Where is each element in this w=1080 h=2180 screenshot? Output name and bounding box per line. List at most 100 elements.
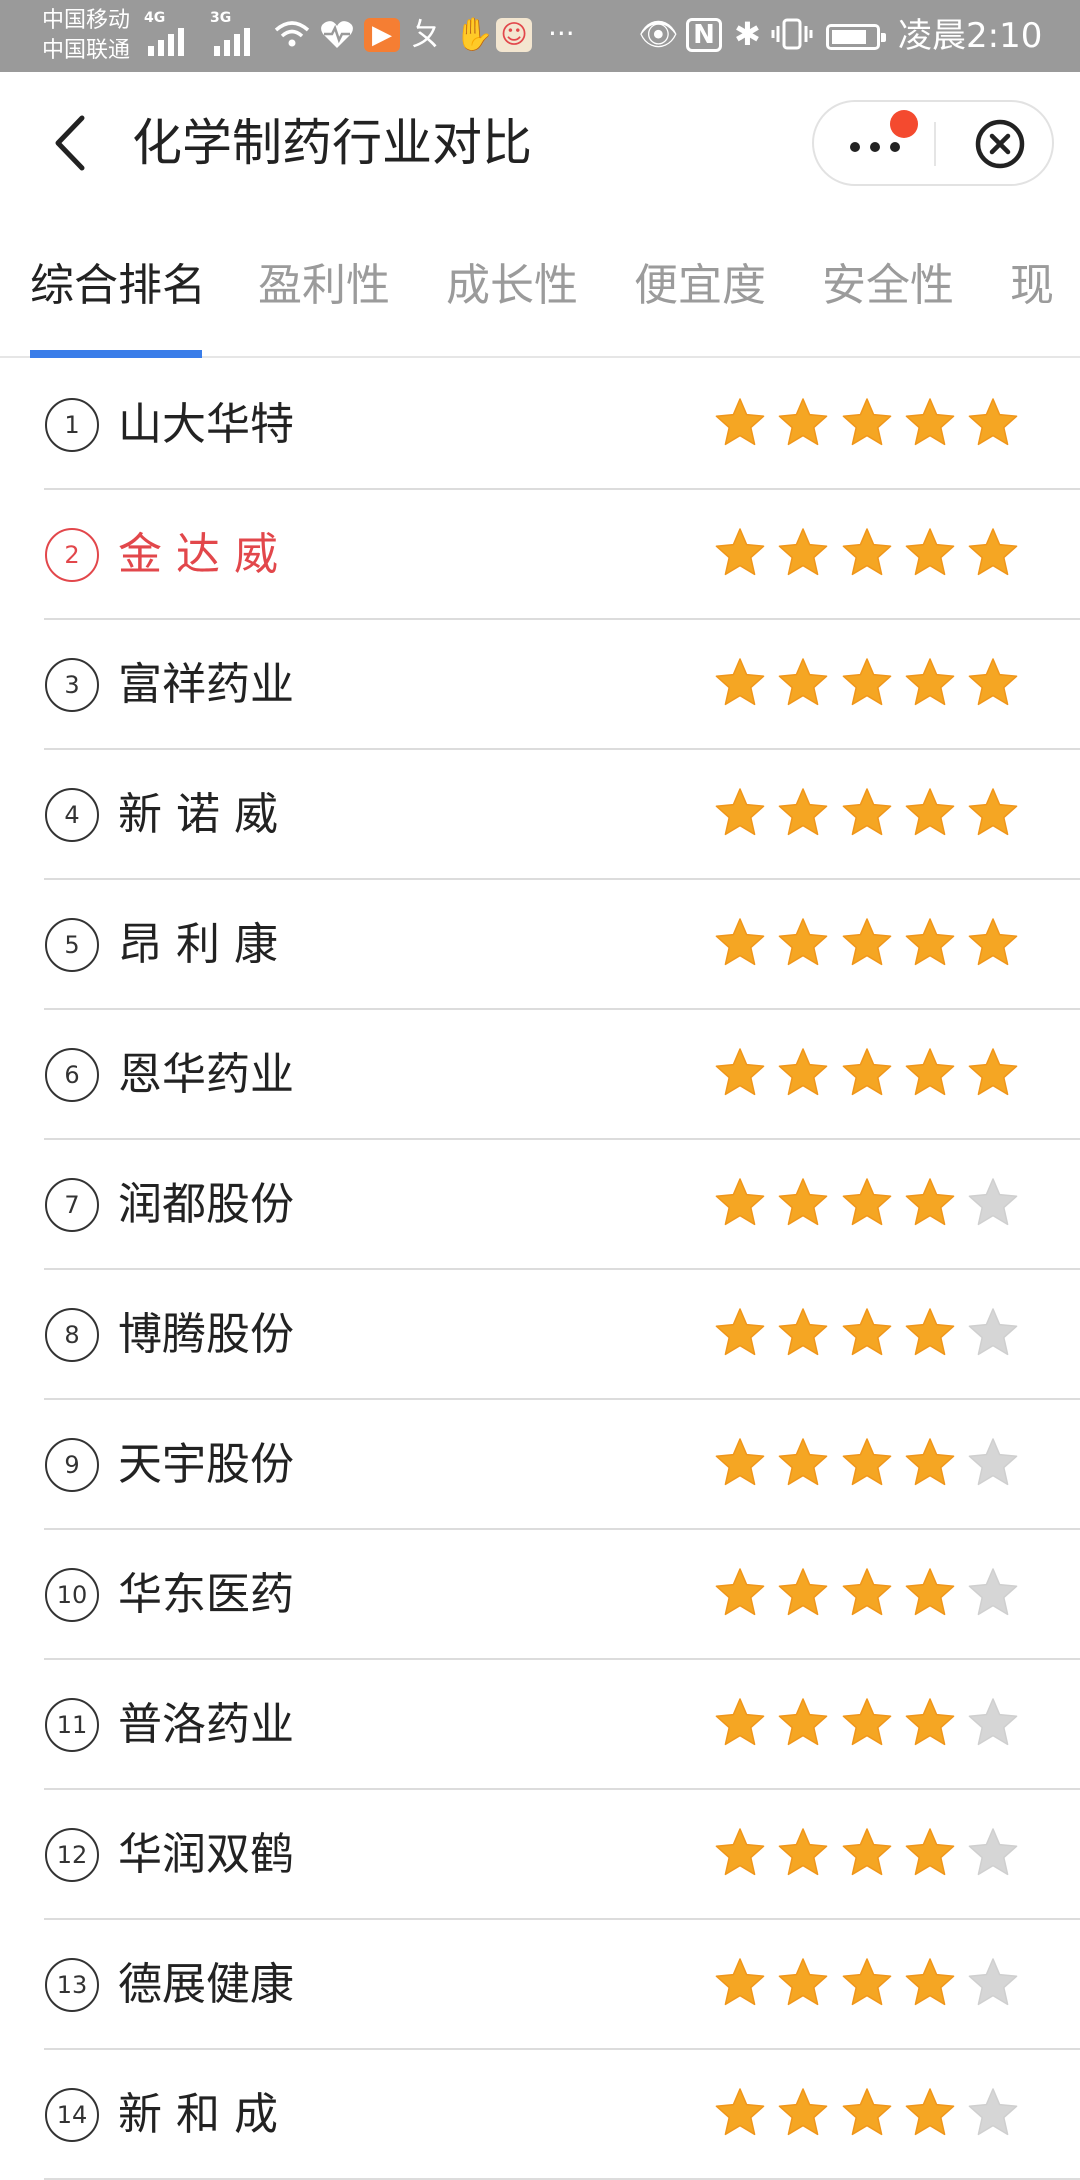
star-filled-icon bbox=[715, 398, 765, 446]
star-filled-icon bbox=[842, 788, 892, 836]
star-filled-icon bbox=[715, 1438, 765, 1486]
star-filled-icon bbox=[968, 658, 1018, 706]
ranking-row[interactable]: 7 润都股份 bbox=[0, 1140, 1080, 1270]
rank-number-badge: 10 bbox=[45, 1568, 99, 1622]
company-name: 德展健康 bbox=[118, 1959, 294, 2010]
star-filled-icon bbox=[842, 1178, 892, 1226]
star-filled-icon bbox=[842, 398, 892, 446]
bluetooth-icon: ✱ bbox=[734, 15, 761, 53]
vibrate-icon bbox=[771, 18, 813, 50]
star-filled-icon bbox=[715, 1568, 765, 1616]
star-filled-icon bbox=[778, 1828, 828, 1876]
star-filled-icon bbox=[842, 1698, 892, 1746]
star-empty-icon bbox=[968, 1958, 1018, 2006]
company-name: 华东医药 bbox=[118, 1569, 294, 1620]
tab-cash[interactable]: 现 bbox=[1010, 256, 1054, 316]
rank-number-badge: 1 bbox=[45, 398, 99, 452]
close-icon[interactable] bbox=[974, 118, 1026, 170]
star-filled-icon bbox=[842, 528, 892, 576]
ranking-row[interactable]: 13 德展健康 bbox=[0, 1920, 1080, 2050]
rank-number-badge: 12 bbox=[45, 1828, 99, 1882]
star-rating bbox=[712, 916, 1022, 974]
wifi-icon bbox=[274, 21, 310, 47]
star-filled-icon bbox=[842, 1828, 892, 1876]
ranking-row[interactable]: 10 华东医药 bbox=[0, 1530, 1080, 1660]
star-filled-icon bbox=[905, 2088, 955, 2136]
rank-number-badge: 5 bbox=[45, 918, 99, 972]
tab-overall-ranking[interactable]: 综合排名 bbox=[30, 256, 206, 316]
carrier-2: 中国联通 bbox=[42, 38, 131, 63]
carrier-1: 中国移动 bbox=[42, 8, 131, 33]
star-filled-icon bbox=[905, 658, 955, 706]
more-icon: ··· bbox=[548, 17, 575, 50]
star-filled-icon bbox=[905, 1568, 955, 1616]
rank-number-badge: 7 bbox=[45, 1178, 99, 1232]
status-bar: 中国移动 中国联通 4G 3G ▶ ㄆ ✋ ☺ ··· 👁 N ✱ 凌晨2:10 bbox=[0, 0, 1080, 72]
tab-profitability[interactable]: 盈利性 bbox=[258, 256, 390, 316]
mini-program-capsule bbox=[812, 100, 1054, 186]
back-arrow-icon[interactable] bbox=[44, 108, 104, 178]
notification-dot bbox=[890, 110, 918, 138]
star-rating bbox=[712, 656, 1022, 714]
star-empty-icon bbox=[968, 1698, 1018, 1746]
star-rating bbox=[712, 1566, 1022, 1624]
star-filled-icon bbox=[905, 788, 955, 836]
star-filled-icon bbox=[905, 1438, 955, 1486]
network-type-1: 4G bbox=[144, 10, 166, 26]
star-filled-icon bbox=[778, 1568, 828, 1616]
star-filled-icon bbox=[778, 2088, 828, 2136]
star-rating bbox=[712, 2086, 1022, 2144]
company-name: 昂 利 康 bbox=[118, 919, 278, 970]
rank-number-badge: 2 bbox=[45, 528, 99, 582]
tab-safety[interactable]: 安全性 bbox=[822, 256, 954, 316]
rank-number-badge: 4 bbox=[45, 788, 99, 842]
star-filled-icon bbox=[842, 1958, 892, 2006]
star-rating bbox=[712, 1956, 1022, 2014]
ranking-row[interactable]: 1 山大华特 bbox=[0, 360, 1080, 490]
company-name: 金 达 威 bbox=[118, 529, 278, 580]
star-empty-icon bbox=[968, 1438, 1018, 1486]
star-filled-icon bbox=[715, 1828, 765, 1876]
hand-icon: ✋ bbox=[454, 15, 494, 53]
ranking-row[interactable]: 14 新 和 成 bbox=[0, 2050, 1080, 2180]
rank-number-badge: 9 bbox=[45, 1438, 99, 1492]
star-filled-icon bbox=[905, 918, 955, 966]
star-empty-icon bbox=[968, 1308, 1018, 1356]
active-tab-indicator bbox=[30, 350, 202, 358]
ranking-row[interactable]: 3 富祥药业 bbox=[0, 620, 1080, 750]
more-options-button[interactable] bbox=[844, 130, 928, 158]
star-filled-icon bbox=[842, 1308, 892, 1356]
star-filled-icon bbox=[778, 1048, 828, 1096]
star-filled-icon bbox=[778, 788, 828, 836]
star-empty-icon bbox=[968, 1178, 1018, 1226]
ranking-row[interactable]: 12 华润双鹤 bbox=[0, 1790, 1080, 1920]
tab-growth[interactable]: 成长性 bbox=[446, 256, 578, 316]
company-name: 新 和 成 bbox=[118, 2089, 278, 2140]
ranking-row[interactable]: 4 新 诺 威 bbox=[0, 750, 1080, 880]
ranking-row[interactable]: 8 博腾股份 bbox=[0, 1270, 1080, 1400]
ranking-row[interactable]: 6 恩华药业 bbox=[0, 1010, 1080, 1140]
ranking-row[interactable]: 11 普洛药业 bbox=[0, 1660, 1080, 1790]
ranking-row[interactable]: 5 昂 利 康 bbox=[0, 880, 1080, 1010]
company-name: 富祥药业 bbox=[118, 659, 294, 710]
carrier-labels: 中国移动 中国联通 bbox=[42, 6, 130, 66]
company-name: 博腾股份 bbox=[118, 1309, 294, 1360]
video-app-icon: ▶ bbox=[364, 18, 400, 52]
star-filled-icon bbox=[715, 788, 765, 836]
tab-cheapness[interactable]: 便宜度 bbox=[634, 256, 766, 316]
capsule-divider bbox=[934, 122, 936, 166]
star-filled-icon bbox=[905, 1828, 955, 1876]
star-filled-icon bbox=[778, 658, 828, 706]
company-name: 普洛药业 bbox=[118, 1699, 294, 1750]
star-filled-icon bbox=[715, 2088, 765, 2136]
signal-icon: 3G bbox=[210, 10, 250, 56]
star-filled-icon bbox=[715, 528, 765, 576]
company-name: 润都股份 bbox=[118, 1179, 294, 1230]
rank-number-badge: 14 bbox=[45, 2088, 99, 2142]
star-rating bbox=[712, 1436, 1022, 1494]
ranking-row[interactable]: 9 天宇股份 bbox=[0, 1400, 1080, 1530]
star-filled-icon bbox=[778, 1958, 828, 2006]
star-filled-icon bbox=[905, 528, 955, 576]
star-empty-icon bbox=[968, 2088, 1018, 2136]
ranking-row[interactable]: 2 金 达 威 bbox=[0, 490, 1080, 620]
